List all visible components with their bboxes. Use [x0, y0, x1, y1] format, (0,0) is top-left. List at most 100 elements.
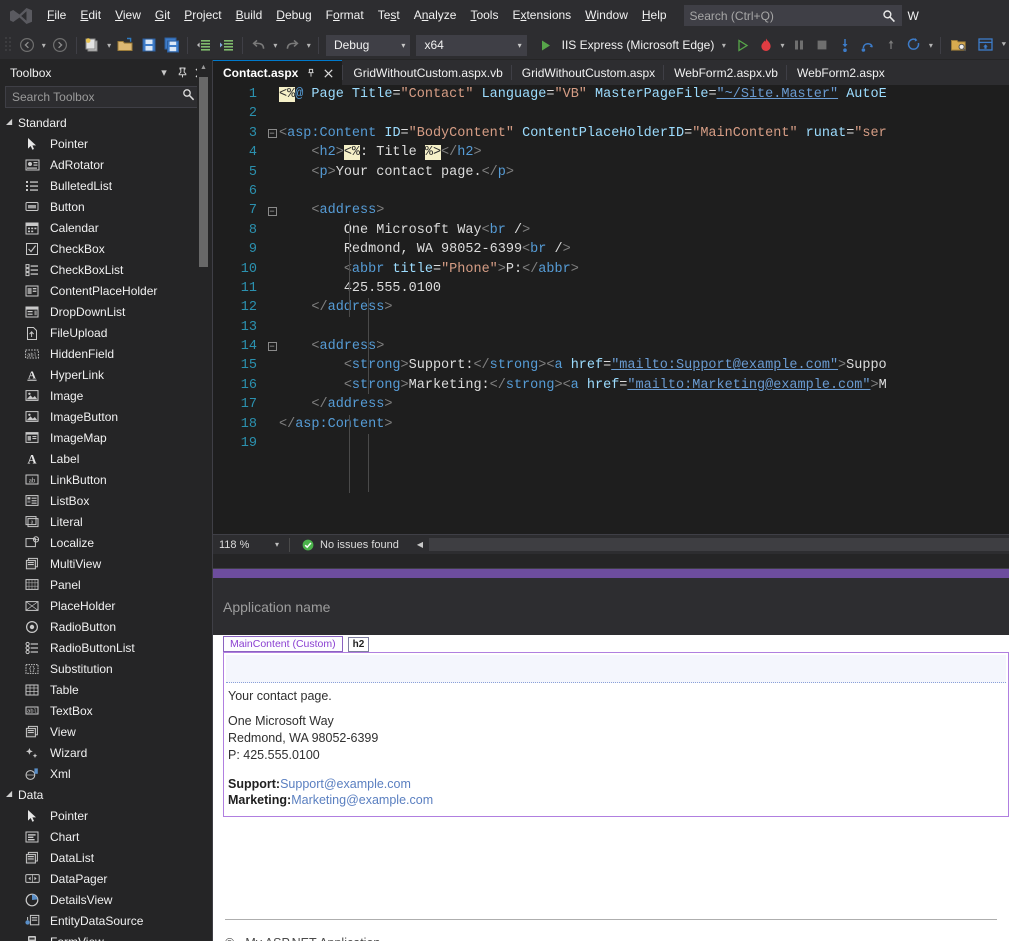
- toolbox-search-input[interactable]: Search Toolbox ▾: [5, 86, 207, 108]
- toolbox-item-imagemap[interactable]: ImageMap: [0, 427, 212, 448]
- stop-icon[interactable]: [812, 34, 833, 56]
- toolbox-item-checkboxlist[interactable]: CheckBoxList: [0, 259, 212, 280]
- menu-edit[interactable]: Edit: [73, 4, 108, 27]
- configuration-combobox[interactable]: Debug ▾: [325, 34, 411, 56]
- code-line[interactable]: 1 <%@ Page Title="Contact" Language="VB" …: [213, 85, 1009, 104]
- increase-indent-icon[interactable]: [216, 34, 237, 56]
- toolbox-item-view[interactable]: View: [0, 721, 212, 742]
- code-line[interactable]: 15 <strong>Support:</strong><a href="mai…: [213, 356, 1009, 375]
- undo-icon[interactable]: [248, 34, 269, 56]
- document-tab-gridwithoutcustom-aspx[interactable]: GridWithoutCustom.aspx: [511, 60, 664, 85]
- menu-debug[interactable]: Debug: [269, 4, 318, 27]
- save-all-icon[interactable]: [161, 34, 182, 56]
- new-project-icon[interactable]: [82, 34, 103, 56]
- document-tab-webform2-aspx[interactable]: WebForm2.aspx: [786, 60, 893, 85]
- toolbox-item-linkbutton[interactable]: ab LinkButton: [0, 469, 212, 490]
- toolbox-group-standard[interactable]: ◢ Standard: [0, 112, 212, 133]
- start-debug-button[interactable]: IIS Express (Microsoft Edge) ▾: [530, 34, 732, 56]
- toolbox-item-datapager[interactable]: DataPager: [0, 868, 212, 889]
- collapse-region-icon[interactable]: −: [265, 124, 279, 143]
- document-tab-webform2-aspx-vb[interactable]: WebForm2.aspx.vb: [664, 60, 786, 85]
- zoom-level[interactable]: 118 %: [213, 539, 269, 551]
- menu-build[interactable]: Build: [229, 4, 270, 27]
- menu-extensions[interactable]: Extensions: [505, 4, 578, 27]
- code-line[interactable]: 2: [213, 104, 1009, 123]
- code-editor[interactable]: 1 <%@ Page Title="Contact" Language="VB" …: [213, 85, 1009, 534]
- open-file-icon[interactable]: [115, 34, 136, 56]
- redo-icon[interactable]: [282, 34, 303, 56]
- document-tab-contact-aspx[interactable]: Contact.aspx: [213, 60, 343, 85]
- pin-icon[interactable]: [174, 65, 190, 81]
- toolbox-item-entitydatasource[interactable]: EntityDataSource: [0, 910, 212, 931]
- chevron-down-icon[interactable]: ▾: [156, 65, 172, 81]
- code-line[interactable]: 4 <h2><%: Title %></h2>: [213, 143, 1009, 162]
- find-in-files-icon[interactable]: [946, 34, 971, 56]
- toolbox-item-placeholder[interactable]: PlaceHolder: [0, 595, 212, 616]
- code-line[interactable]: 5 <p>Your contact page.</p>: [213, 163, 1009, 182]
- menu-help[interactable]: Help: [635, 4, 674, 27]
- toolbox-item-table[interactable]: Table: [0, 679, 212, 700]
- menu-window[interactable]: Window: [578, 4, 635, 27]
- close-icon[interactable]: [323, 68, 334, 78]
- region-end-marker[interactable]: [265, 395, 279, 414]
- toolbox-item-listbox[interactable]: ListBox: [0, 490, 212, 511]
- window-layout-icon[interactable]: [973, 34, 998, 56]
- toolbox-scrollbar[interactable]: ▲: [197, 60, 210, 941]
- step-out-icon[interactable]: [881, 34, 902, 56]
- menu-analyze[interactable]: Analyze: [407, 4, 464, 27]
- toolbox-item-dropdownlist[interactable]: DropDownList: [0, 301, 212, 322]
- global-search-box[interactable]: Search (Ctrl+Q): [683, 5, 902, 26]
- toolbar-grip[interactable]: [4, 36, 14, 54]
- menu-view[interactable]: View: [108, 4, 148, 27]
- undo-dropdown[interactable]: ▾: [270, 34, 280, 56]
- maincontent-region[interactable]: Your contact page. One Microsoft Way Redm…: [223, 652, 1009, 817]
- code-line[interactable]: 7− <address>: [213, 201, 1009, 220]
- toolbox-item-chart[interactable]: Chart: [0, 826, 212, 847]
- editor-designer-splitter[interactable]: [213, 554, 1009, 568]
- step-into-icon[interactable]: [835, 34, 856, 56]
- toolbox-item-hiddenfield[interactable]: abl HiddenField: [0, 343, 212, 364]
- document-tab-gridwithoutcustom-aspx-vb[interactable]: GridWithoutCustom.aspx.vb: [343, 60, 511, 85]
- code-line[interactable]: 13: [213, 318, 1009, 337]
- collapse-region-icon[interactable]: −: [265, 337, 279, 356]
- toolbox-item-xml[interactable]: Xml: [0, 763, 212, 784]
- navigate-backward-icon[interactable]: [17, 34, 38, 56]
- code-line[interactable]: 18 </asp:Content>: [213, 415, 1009, 434]
- toolbox-group-data[interactable]: ◢ Data: [0, 784, 212, 805]
- toolbox-item-datalist[interactable]: DataList: [0, 847, 212, 868]
- menu-git[interactable]: Git: [148, 4, 177, 27]
- toolbox-item-calendar[interactable]: Calendar: [0, 217, 212, 238]
- toolbox-item-fileupload[interactable]: FileUpload: [0, 322, 212, 343]
- restart-dropdown[interactable]: ▾: [926, 34, 936, 56]
- navigate-forward-icon[interactable]: [50, 34, 71, 56]
- toolbox-item-literal[interactable]: a Literal: [0, 511, 212, 532]
- toolbox-item-button[interactable]: Button: [0, 196, 212, 217]
- start-debug-dropdown[interactable]: ▾: [718, 34, 729, 56]
- menu-project[interactable]: Project: [177, 4, 228, 27]
- region-end-marker[interactable]: [265, 298, 279, 317]
- code-line[interactable]: 19: [213, 434, 1009, 453]
- contact-email-link[interactable]: Support@example.com: [280, 777, 411, 791]
- hot-reload-dropdown[interactable]: ▾: [777, 34, 787, 56]
- collapse-region-icon[interactable]: −: [265, 201, 279, 220]
- pause-icon[interactable]: [789, 34, 810, 56]
- toolbar-overflow-icon[interactable]: ⯆: [999, 34, 1009, 56]
- code-line[interactable]: 16 <strong>Marketing:</strong><a href="m…: [213, 376, 1009, 395]
- toolbox-item-pointer[interactable]: Pointer: [0, 133, 212, 154]
- code-line[interactable]: 10 <abbr title="Phone">P:</abbr>: [213, 260, 1009, 279]
- design-view[interactable]: Application name MainContent (Custom) h2…: [213, 568, 1009, 941]
- toolbox-item-localize[interactable]: Localize: [0, 532, 212, 553]
- code-line[interactable]: 8 One Microsoft Way<br />: [213, 221, 1009, 240]
- toolbox-item-image[interactable]: Image: [0, 385, 212, 406]
- toolbox-item-detailsview[interactable]: DetailsView: [0, 889, 212, 910]
- toolbox-item-wizard[interactable]: Wizard: [0, 742, 212, 763]
- step-over-icon[interactable]: [858, 34, 879, 56]
- contact-email-link[interactable]: Marketing@example.com: [291, 793, 433, 807]
- hot-reload-icon[interactable]: [755, 34, 776, 56]
- toolbox-item-imagebutton[interactable]: ImageButton: [0, 406, 212, 427]
- restart-icon[interactable]: [904, 34, 925, 56]
- toolbox-item-panel[interactable]: Panel: [0, 574, 212, 595]
- h2-placeholder-box[interactable]: [226, 655, 1006, 683]
- navigate-backward-dropdown[interactable]: ▾: [39, 34, 49, 56]
- code-line[interactable]: 6: [213, 182, 1009, 201]
